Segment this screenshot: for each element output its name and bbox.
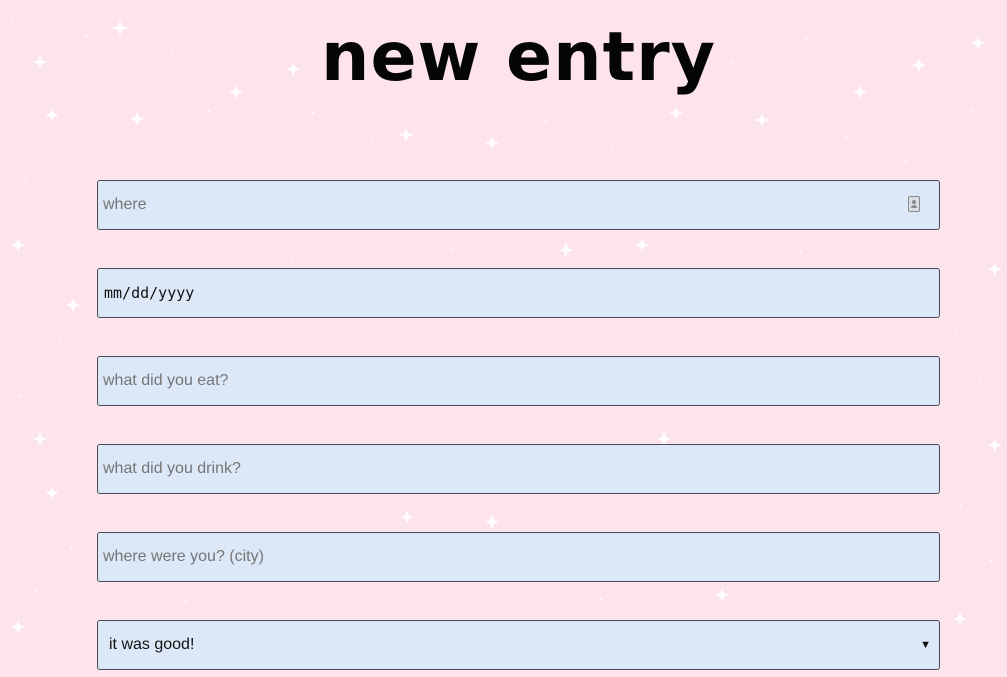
sparkle-dot bbox=[70, 548, 72, 550]
sparkle-dot bbox=[20, 395, 22, 397]
contact-head-shape bbox=[912, 200, 916, 204]
sparkle-icon bbox=[485, 136, 499, 150]
sparkle-dot bbox=[980, 378, 982, 380]
sparkle-dot bbox=[970, 110, 972, 112]
food-input[interactable] bbox=[98, 357, 939, 405]
sparkle-dot bbox=[990, 560, 992, 562]
drink-input[interactable] bbox=[98, 445, 939, 493]
sparkle-dot bbox=[545, 120, 547, 122]
sparkle-icon bbox=[130, 112, 144, 126]
sparkle-dot bbox=[208, 110, 210, 112]
date-field[interactable]: mm/dd/yyyy bbox=[97, 268, 940, 318]
sparkle-icon bbox=[11, 238, 25, 252]
sparkle-icon bbox=[953, 612, 967, 626]
sparkle-icon bbox=[66, 298, 80, 312]
city-input[interactable] bbox=[98, 533, 939, 581]
contact-body-shape bbox=[910, 205, 917, 208]
sparkle-icon bbox=[45, 486, 59, 500]
date-input-placeholder: mm/dd/yyyy bbox=[104, 284, 195, 302]
rating-select-value: it was good! bbox=[109, 636, 195, 653]
sparkle-dot bbox=[455, 104, 457, 106]
sparkle-dot bbox=[312, 112, 314, 114]
sparkle-dot bbox=[372, 140, 374, 142]
page-title: new entry bbox=[321, 18, 716, 97]
where-input[interactable] bbox=[98, 181, 939, 229]
sparkle-dot bbox=[960, 505, 962, 507]
sparkle-dot bbox=[610, 148, 612, 150]
sparkle-icon bbox=[33, 432, 47, 446]
sparkle-icon bbox=[399, 128, 413, 142]
sparkle-dot bbox=[845, 136, 847, 138]
sparkle-icon bbox=[755, 113, 769, 127]
sparkle-icon bbox=[988, 262, 1002, 276]
city-field bbox=[97, 532, 940, 582]
sparkle-dot bbox=[25, 180, 27, 182]
sparkle-dot bbox=[35, 590, 37, 592]
contact-card-icon[interactable] bbox=[908, 196, 920, 212]
sparkle-dot bbox=[905, 160, 907, 162]
rating-select[interactable]: it was good! ▼ bbox=[97, 620, 940, 670]
dropdown-arrow-icon: ▼ bbox=[920, 639, 931, 651]
new-entry-form: mm/dd/yyyy it was good! ▼ bbox=[97, 180, 940, 677]
sparkle-dot bbox=[58, 340, 60, 342]
sparkle-icon bbox=[669, 106, 683, 120]
sparkle-icon bbox=[45, 108, 59, 122]
sparkle-dot bbox=[955, 330, 957, 332]
where-field bbox=[97, 180, 940, 230]
sparkle-icon bbox=[988, 438, 1002, 452]
food-field bbox=[97, 356, 940, 406]
sparkle-icon bbox=[11, 620, 25, 634]
drink-field bbox=[97, 444, 940, 494]
